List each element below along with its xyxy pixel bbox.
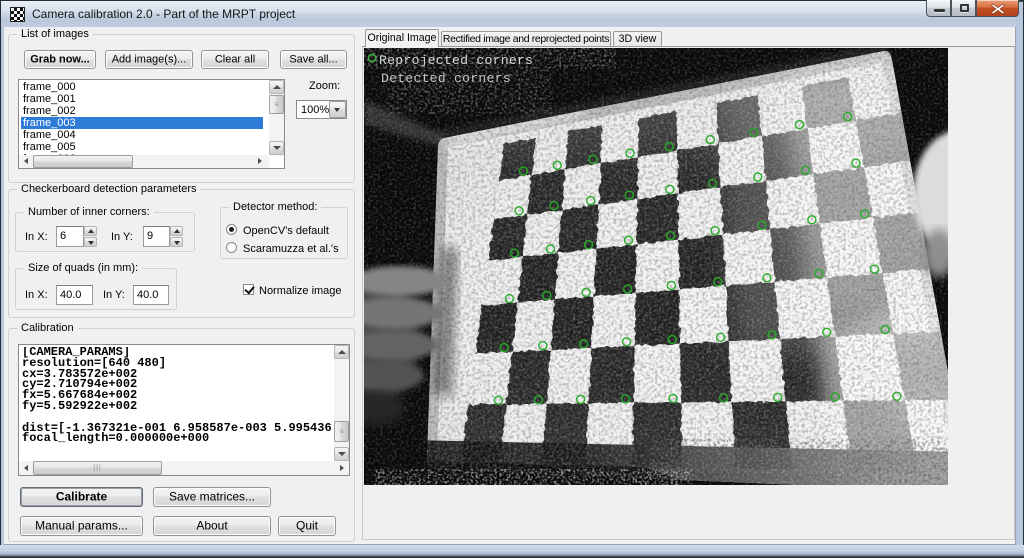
svg-text:Reprojected corners: Reprojected corners — [379, 53, 533, 68]
svg-text:Detected corners: Detected corners — [381, 71, 511, 86]
